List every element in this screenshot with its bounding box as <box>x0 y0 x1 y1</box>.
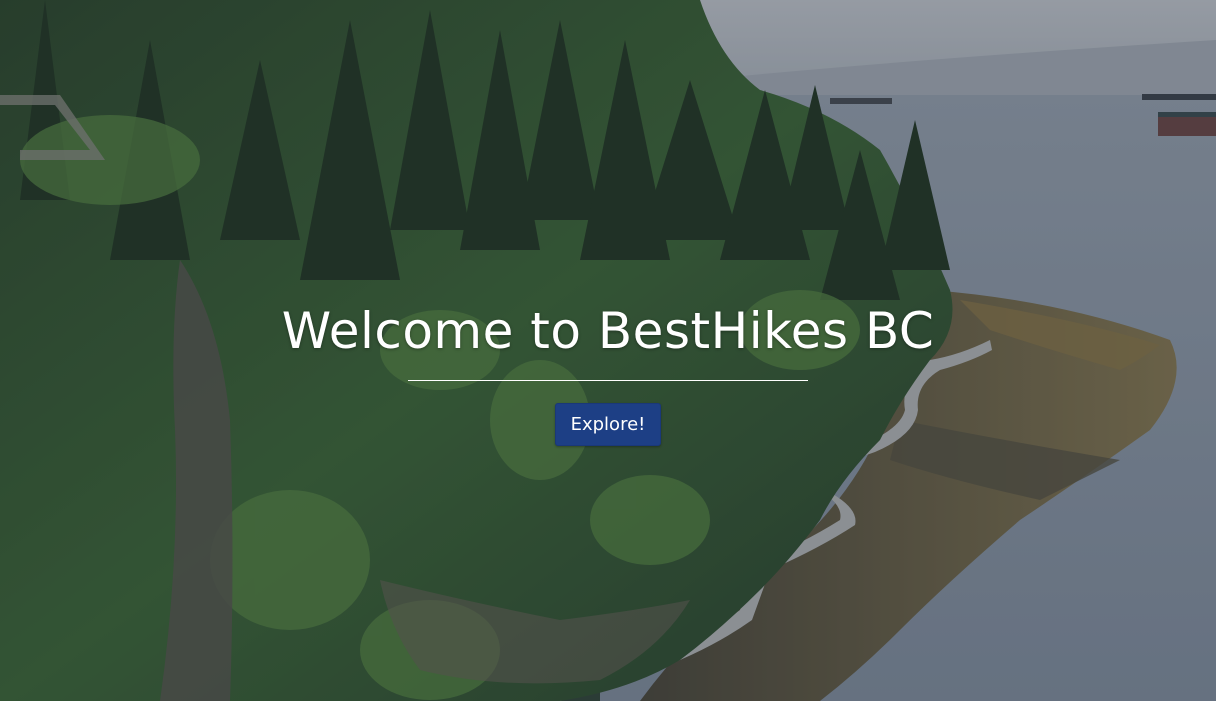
hero-title: Welcome to BestHikes BC <box>281 302 935 360</box>
hero-section: Welcome to BestHikes BC Explore! <box>0 0 1216 701</box>
hero-content: Welcome to BestHikes BC Explore! <box>0 296 1216 446</box>
hero-divider <box>408 380 808 381</box>
explore-button[interactable]: Explore! <box>554 403 662 446</box>
